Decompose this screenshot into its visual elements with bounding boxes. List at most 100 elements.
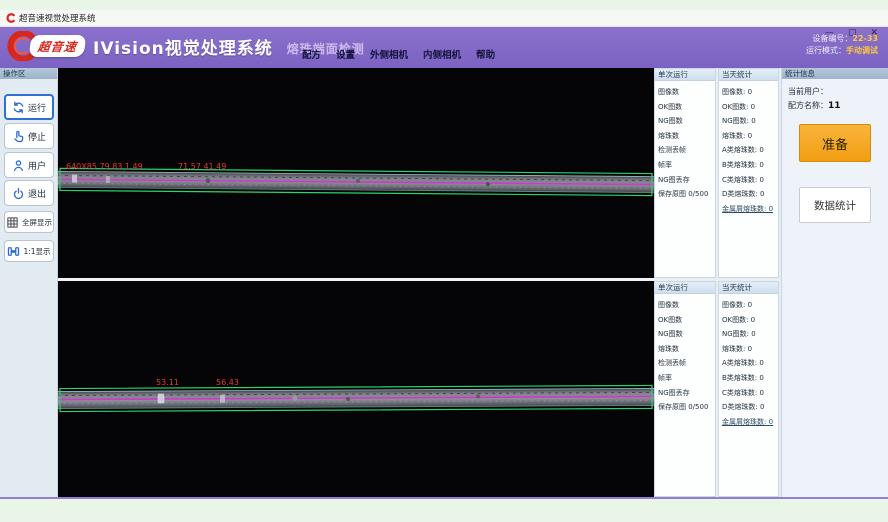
stat-row: 熔珠数 xyxy=(658,129,715,144)
window-title: 超音速视觉处理系统 xyxy=(19,12,96,24)
stat-row: 保存原图 0/500 xyxy=(658,187,715,202)
stats-group-top: 单次运行 图像数OK图数NG图数熔珠数检测丢帧帧率NG图丢存保存原图 0/500… xyxy=(654,68,779,278)
inner-camera-view[interactable]: 53.11 56.43 xyxy=(58,281,654,497)
run-mode-label: 运行模式： xyxy=(806,46,846,55)
data-stats-button[interactable]: 数据统计 xyxy=(799,187,871,223)
info-panel-header: 统计信息 xyxy=(782,68,888,79)
stat-row: 图像数 xyxy=(658,298,715,313)
sidebar-header: 操作区 xyxy=(0,68,57,79)
stat-row: 金属屑熔珠数: 0 xyxy=(722,202,778,217)
single-run-title: 单次运行 xyxy=(655,282,715,294)
device-number-label: 设备编号： xyxy=(812,34,852,43)
app-logo-icon xyxy=(5,13,15,23)
prepare-button[interactable]: 准备 xyxy=(799,124,871,162)
stat-row: 检测丢帧 xyxy=(658,356,715,371)
stat-row: OK图数 xyxy=(658,100,715,115)
user-button-label: 用户 xyxy=(28,159,46,172)
annotation-text: 56.43 xyxy=(216,378,239,387)
stat-row: 图像数: 0 xyxy=(722,298,778,313)
current-user-row: 当前用户： xyxy=(788,85,888,99)
stop-hand-icon xyxy=(12,130,25,143)
device-info: 设备编号：22-33 运行模式：手动调试 xyxy=(806,33,878,57)
run-button[interactable]: 运行 xyxy=(4,94,54,120)
stat-row: NG图丢存 xyxy=(658,386,715,401)
daily-stats-panel-top: 当天统计 图像数: 0OK图数: 0NG图数: 0熔珠数: 0A类熔珠数: 0B… xyxy=(718,68,779,278)
recipe-name-value: 11 xyxy=(828,101,841,111)
stats-column: 单次运行 图像数OK图数NG图数熔珠数检测丢帧帧率NG图丢存保存原图 0/500… xyxy=(654,68,779,497)
run-arrows-icon xyxy=(12,101,25,114)
stat-row: 金属屑熔珠数: 0 xyxy=(722,415,778,430)
stat-row: B类熔珠数: 0 xyxy=(722,371,778,386)
single-run-title: 单次运行 xyxy=(655,69,715,81)
header: — ▢ ✕ 超音速 IVision视觉处理系统 熔珠端面检测 配方设置外侧相机内… xyxy=(0,27,888,68)
stat-row: 图像数 xyxy=(658,85,715,100)
daily-stats-title: 当天统计 xyxy=(719,69,778,81)
sidebar: 操作区 运行 停止 xyxy=(0,68,58,497)
run-mode-row: 运行模式：手动调试 xyxy=(806,45,878,57)
stat-row: NG图数 xyxy=(658,327,715,342)
stat-row: C类熔珠数: 0 xyxy=(722,173,778,188)
run-mode-value: 手动调试 xyxy=(846,46,878,55)
info-panel: 统计信息 当前用户： 配方名称：11 准备 数据统计 xyxy=(781,68,888,497)
content: 操作区 运行 停止 xyxy=(0,68,888,497)
recipe-name-label: 配方名称： xyxy=(788,101,828,110)
stat-row: C类熔珠数: 0 xyxy=(722,386,778,401)
stat-row: A类熔珠数: 0 xyxy=(722,143,778,158)
stat-row: NG图数: 0 xyxy=(722,114,778,129)
menu-item[interactable]: 帮助 xyxy=(476,47,495,61)
stat-row: OK图数 xyxy=(658,313,715,328)
annotation-text: 53.11 xyxy=(156,378,179,387)
os-titlebar: 超音速视觉处理系统 xyxy=(0,10,888,27)
menu-item[interactable]: 内侧相机 xyxy=(423,47,461,61)
stat-row: NG图丢存 xyxy=(658,173,715,188)
one-to-one-button[interactable]: 1:1显示 xyxy=(4,240,54,262)
stat-row: B类熔珠数: 0 xyxy=(722,158,778,173)
stat-row: OK图数: 0 xyxy=(722,313,778,328)
stat-row: 熔珠数: 0 xyxy=(722,129,778,144)
single-run-panel-bottom: 单次运行 图像数OK图数NG图数熔珠数检测丢帧帧率NG图丢存保存原图 0/500 xyxy=(654,281,716,497)
screen: 超音速视觉处理系统 — ▢ ✕ 超音速 IVision视觉处理系统 熔珠端面检测 xyxy=(0,0,888,522)
daily-stats-panel-bottom: 当天统计 图像数: 0OK图数: 0NG图数: 0熔珠数: 0A类熔珠数: 0B… xyxy=(718,281,779,497)
one-to-one-button-label: 1:1显示 xyxy=(23,246,50,257)
stats-group-bottom: 单次运行 图像数OK图数NG图数熔珠数检测丢帧帧率NG图丢存保存原图 0/500… xyxy=(654,281,779,497)
recipe-row: 配方名称：11 xyxy=(788,99,888,113)
exit-button[interactable]: 退出 xyxy=(4,180,54,206)
menu-bar: 配方 设置 外侧相机 内侧相机 帮助 xyxy=(302,47,495,61)
brand-badge: 超音速 xyxy=(28,35,86,57)
stat-row: 帧率 xyxy=(658,158,715,173)
fullscreen-button-label: 全屏显示 xyxy=(22,217,52,228)
stat-row: 帧率 xyxy=(658,371,715,386)
desktop-background xyxy=(0,499,888,522)
stat-row: NG图数: 0 xyxy=(722,327,778,342)
app-title: IVision视觉处理系统 xyxy=(93,34,273,59)
outer-camera-view[interactable]: 640X85 79.83 1.49 71.57 41.49 xyxy=(58,68,654,278)
menu-item[interactable]: 配方 xyxy=(302,47,321,61)
user-icon xyxy=(12,159,25,172)
stat-row: 检测丢帧 xyxy=(658,143,715,158)
brand-text: 超音速 xyxy=(37,38,78,55)
stat-row: 熔珠数 xyxy=(658,342,715,357)
device-number-value: 22-33 xyxy=(852,34,878,43)
single-run-panel-top: 单次运行 图像数OK图数NG图数熔珠数检测丢帧帧率NG图丢存保存原图 0/500 xyxy=(654,68,716,278)
menu-item[interactable]: 设置 xyxy=(336,47,355,61)
stop-button-label: 停止 xyxy=(28,130,46,143)
camera-column: 640X85 79.83 1.49 71.57 41.49 xyxy=(58,68,654,497)
current-user-label: 当前用户： xyxy=(788,87,828,96)
power-icon xyxy=(12,187,25,200)
device-number-row: 设备编号：22-33 xyxy=(806,33,878,45)
stat-row: D类熔珠数: 0 xyxy=(722,187,778,202)
annotation-text: 71.57 41.49 xyxy=(178,162,226,171)
run-button-label: 运行 xyxy=(28,101,46,114)
fullscreen-button[interactable]: 全屏显示 xyxy=(4,211,54,233)
stat-row: 保存原图 0/500 xyxy=(658,400,715,415)
stop-button[interactable]: 停止 xyxy=(4,123,54,149)
stat-row: OK图数: 0 xyxy=(722,100,778,115)
fullscreen-grid-icon xyxy=(6,216,19,229)
stat-row: D类熔珠数: 0 xyxy=(722,400,778,415)
user-button[interactable]: 用户 xyxy=(4,152,54,178)
app-window: 超音速视觉处理系统 — ▢ ✕ 超音速 IVision视觉处理系统 熔珠端面检测 xyxy=(0,10,888,499)
stat-row: 图像数: 0 xyxy=(722,85,778,100)
stat-row: NG图数 xyxy=(658,114,715,129)
menu-item[interactable]: 外侧相机 xyxy=(370,47,408,61)
stat-row: 熔珠数: 0 xyxy=(722,342,778,357)
